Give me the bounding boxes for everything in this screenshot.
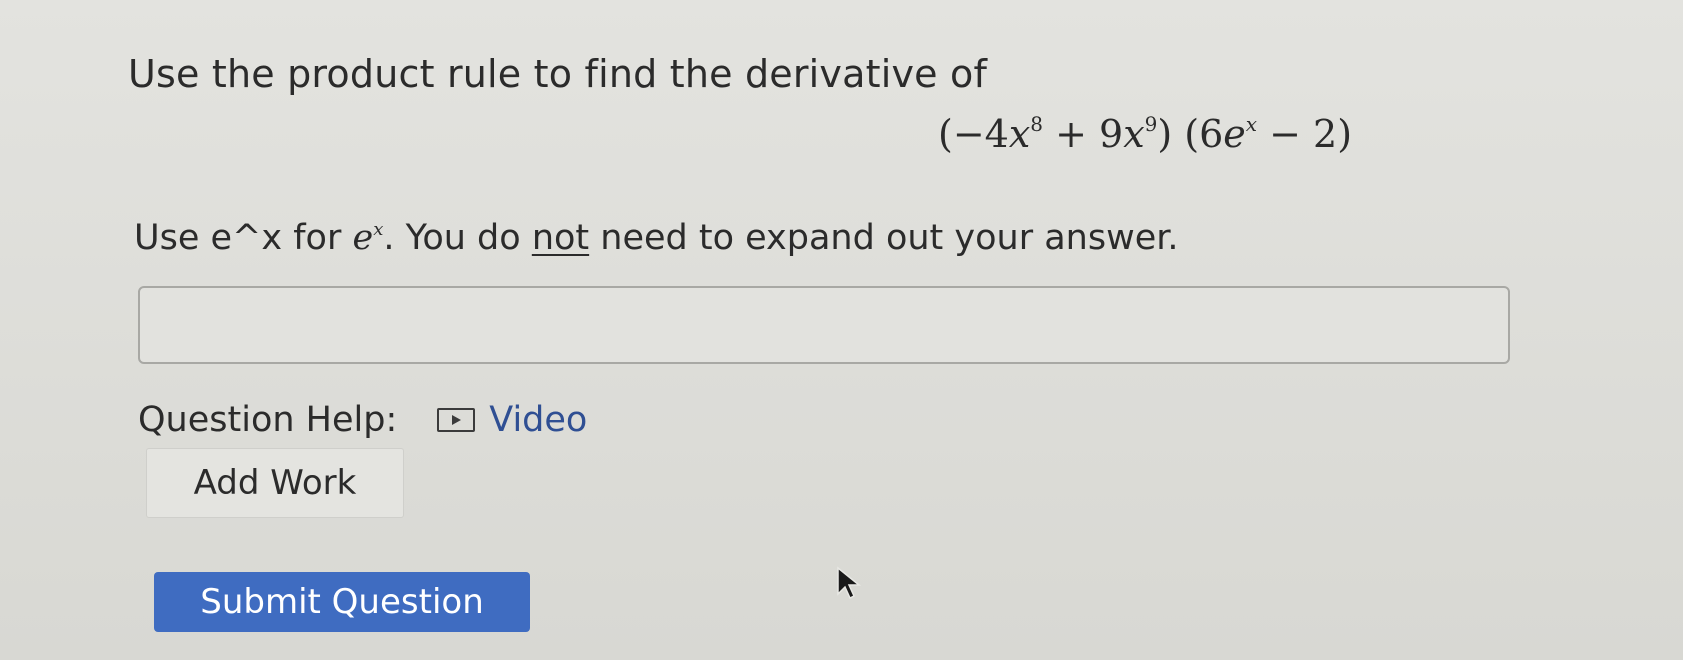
answer-instructions: Use e^x for ex. You do not need to expan… [134, 218, 1179, 258]
add-work-button[interactable]: Add Work [146, 448, 404, 518]
question-help: Question Help: Video [138, 400, 587, 440]
mouse-cursor-icon [837, 566, 862, 600]
video-link-label: Video [489, 400, 588, 440]
question-prompt: Use the product rule to find the derivat… [128, 52, 988, 96]
question-help-label: Question Help: [138, 400, 398, 440]
submit-question-button[interactable]: Submit Question [154, 572, 530, 632]
answer-input[interactable] [138, 286, 1510, 364]
e-to-x-math: ex [352, 218, 384, 258]
video-help-link[interactable]: Video [437, 400, 587, 440]
question-page: Use the product rule to find the derivat… [0, 0, 1683, 660]
function-formula: (−4x8 + 9x9) (6ex − 2) [938, 112, 1353, 156]
video-play-icon [437, 408, 476, 432]
